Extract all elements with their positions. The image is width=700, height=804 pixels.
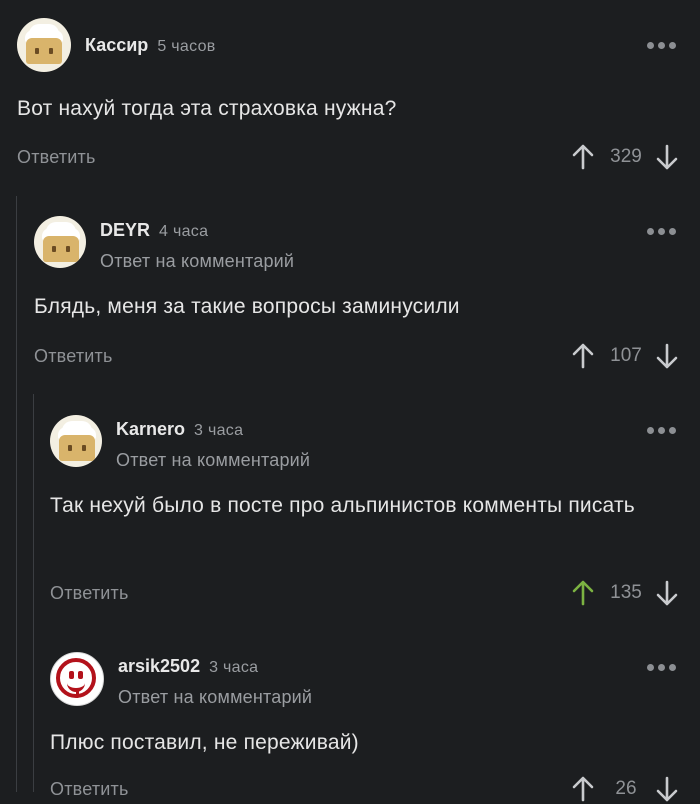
score: 107 <box>610 345 642 366</box>
timestamp: 3 часа <box>194 422 244 439</box>
score: 135 <box>610 582 642 603</box>
score: 26 <box>615 778 637 799</box>
username[interactable]: Karnero <box>116 419 185 440</box>
reply-to-link[interactable]: Ответ на комментарий <box>116 450 310 471</box>
thread-line-1 <box>16 196 17 792</box>
thread-line-3 <box>33 632 34 792</box>
upvote-arrow-icon[interactable] <box>572 144 594 170</box>
downvote-arrow-icon[interactable] <box>656 343 678 369</box>
more-dots-icon[interactable] <box>647 42 676 49</box>
timestamp: 5 часов <box>157 38 216 55</box>
comment-text: Плюс поставил, не переживай) <box>50 731 359 754</box>
username[interactable]: arsik2502 <box>118 656 200 677</box>
downvote-arrow-icon[interactable] <box>656 580 678 606</box>
avatar[interactable] <box>17 18 71 72</box>
reply-to-link[interactable]: Ответ на комментарий <box>100 251 294 272</box>
username[interactable]: DEYR <box>100 220 150 241</box>
comment-text: Вот нахуй тогда эта страховка нужна? <box>17 97 397 120</box>
reply-button[interactable]: Ответить <box>50 779 129 800</box>
upvote-arrow-icon[interactable] <box>572 343 594 369</box>
username[interactable]: Кассир <box>85 35 148 56</box>
downvote-arrow-icon[interactable] <box>656 144 678 170</box>
score: 329 <box>610 146 642 167</box>
comment-text: Блядь, меня за такие вопросы заминусили <box>34 295 460 318</box>
avatar[interactable] <box>50 652 104 706</box>
comment-header: Кассир 5 часов <box>17 18 216 72</box>
reply-button[interactable]: Ответить <box>17 147 96 168</box>
upvote-arrow-icon[interactable] <box>572 776 594 802</box>
upvote-arrow-icon[interactable] <box>572 580 594 606</box>
more-dots-icon[interactable] <box>647 664 676 671</box>
timestamp: 3 часа <box>209 659 259 676</box>
reply-button[interactable]: Ответить <box>50 583 129 604</box>
more-dots-icon[interactable] <box>647 427 676 434</box>
timestamp: 4 часа <box>159 223 209 240</box>
more-dots-icon[interactable] <box>647 228 676 235</box>
reply-to-link[interactable]: Ответ на комментарий <box>118 687 312 708</box>
downvote-arrow-icon[interactable] <box>656 776 678 802</box>
reply-button[interactable]: Ответить <box>34 346 113 367</box>
avatar[interactable] <box>50 415 102 467</box>
avatar[interactable] <box>34 216 86 268</box>
comment-text: Так нехуй было в посте про альпинистов к… <box>50 494 635 517</box>
